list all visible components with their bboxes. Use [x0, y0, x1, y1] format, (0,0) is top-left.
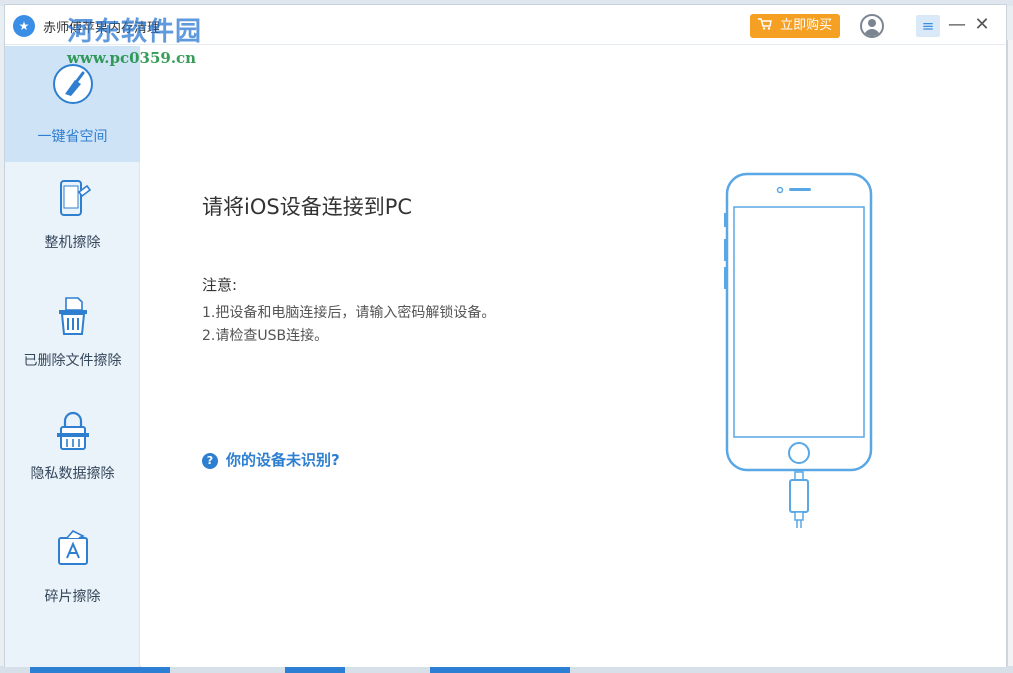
help-link-label: 你的设备未识别? [226, 451, 340, 469]
cart-icon [757, 18, 776, 33]
sidebar-item-deleted-files-erase[interactable]: 已删除文件擦除 [5, 292, 140, 382]
trash-icon [59, 297, 87, 335]
app-fragment-icon [58, 530, 88, 565]
note-line: 2.请检查USB连接。 [202, 328, 329, 344]
app-logo-icon: ★ [13, 15, 35, 37]
broom-icon [53, 64, 93, 104]
close-icon[interactable]: ✕ [971, 13, 993, 37]
sidebar-item-label: 已删除文件擦除 [23, 353, 122, 369]
sidebar-item-private-data-erase[interactable]: 隐私数据擦除 [5, 406, 140, 496]
sidebar-item-full-erase[interactable]: 整机擦除 [5, 172, 140, 262]
help-icon: ? [202, 453, 218, 469]
taskbar-item[interactable] [285, 667, 345, 673]
app-window: ★ 赤师傅苹果内存清理 河东软件园 立即购买 ≡ — ✕ www.pc0359.… [4, 4, 1007, 667]
minimize-icon[interactable]: — [946, 13, 968, 37]
menu-icon[interactable]: ≡ [916, 15, 940, 37]
phone-erase-icon [60, 180, 92, 216]
sidebar-item-label: 整机擦除 [44, 235, 101, 251]
sidebar-item-label: 隐私数据擦除 [30, 466, 115, 482]
taskbar-item[interactable] [30, 667, 170, 673]
watermark-url: www.pc0359.cn [67, 49, 197, 67]
user-body-shape [864, 29, 880, 36]
buy-now-label: 立即购买 [780, 18, 833, 33]
note-line: 1.把设备和电脑连接后，请输入密码解锁设备。 [202, 305, 496, 321]
sidebar-item-label: 一键省空间 [37, 129, 108, 145]
user-icon[interactable] [860, 14, 884, 38]
sidebar-item-fragment-erase[interactable]: 碎片擦除 [5, 524, 140, 614]
iphone-cable-icon [724, 172, 873, 528]
taskbar-item[interactable] [430, 667, 570, 673]
note-heading: 注意: [202, 276, 238, 294]
watermark-name: 河东软件园 [67, 17, 203, 47]
buy-now-button[interactable]: 立即购买 [750, 14, 840, 38]
sidebar-item-label: 碎片擦除 [44, 589, 101, 605]
lock-icon [57, 411, 89, 450]
user-head-shape [868, 19, 876, 27]
sidebar: 一键省空间 整机擦除 已删除文件擦除 隐私数据擦除 碎片擦除 [5, 46, 140, 667]
page-title: 请将iOS设备连接到PC [202, 195, 413, 219]
desktop-background-right [1007, 40, 1013, 670]
device-not-recognized-link[interactable]: ? 你的设备未识别? [202, 449, 340, 470]
title-bar[interactable]: ★ 赤师傅苹果内存清理 河东软件园 立即购买 ≡ — ✕ [5, 5, 1006, 47]
main-panel: 请将iOS设备连接到PC 注意: 1.把设备和电脑连接后，请输入密码解锁设备。 … [141, 46, 1006, 667]
